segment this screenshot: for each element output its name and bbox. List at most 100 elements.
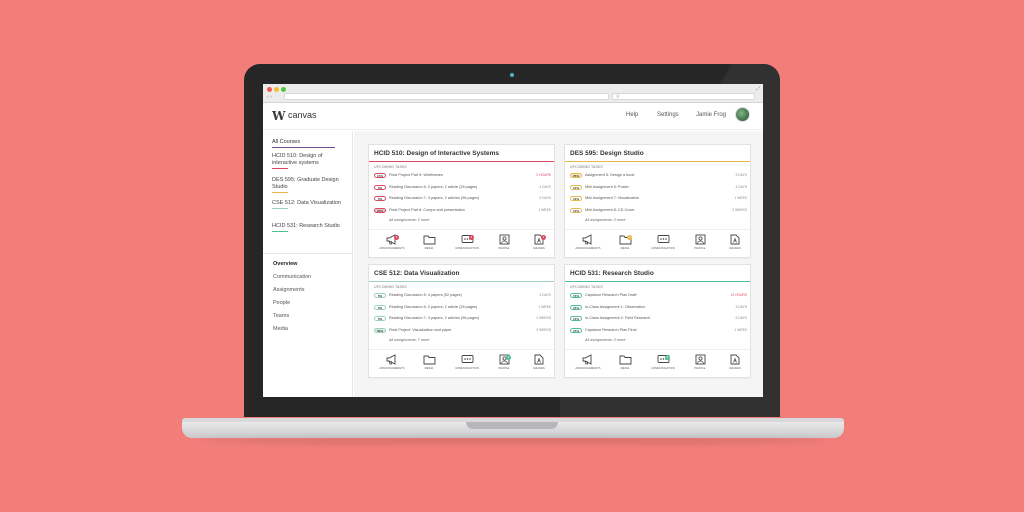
sidebar-course-cse512[interactable]: CSE 512: Data Visualization: [272, 200, 342, 209]
sidebar-nav-teams[interactable]: Teams: [273, 313, 289, 319]
tool-label: GRADES: [533, 247, 545, 250]
card-title[interactable]: CSE 512: Data Visualization: [374, 270, 460, 277]
task-row[interactable]: 5% Reading Discussion 6: 2 papers, 1 art…: [374, 184, 551, 191]
task-row[interactable]: 25% Assignment 5: Design a book 3 DAYS: [570, 172, 747, 179]
sidebar-nav-overview[interactable]: Overview: [273, 261, 297, 267]
task-row[interactable]: 25% Final Project Part 6: Comps and pres…: [374, 207, 551, 214]
announcements-button[interactable]: ANNOUNCEMENTS: [573, 234, 603, 250]
sidebar-course-label: DES 595: Graduate Design Studio: [272, 177, 339, 190]
task-name: Reading Discussion 6: 2 papers, 1 articl…: [389, 304, 478, 309]
all-assignments-link[interactable]: All assignments: 2 more: [585, 218, 626, 222]
media-button[interactable]: MEDIA: [414, 354, 444, 370]
sidebar-nav-assignments[interactable]: Assignments: [273, 287, 305, 293]
sidebar-course-des595[interactable]: DES 595: Graduate Design Studio: [272, 177, 342, 193]
card-hcid510[interactable]: HCID 510: Design of Interactive Systems U…: [368, 144, 555, 258]
all-assignments-link[interactable]: All assignments: 2 more: [389, 218, 430, 222]
settings-link[interactable]: Settings: [657, 112, 679, 118]
communication-button[interactable]: COMMUNICATION 2: [648, 354, 678, 370]
fullscreen-icon[interactable]: ⤢: [756, 86, 760, 92]
sidebar-divider: [263, 253, 352, 254]
task-row[interactable]: 15% In-Class Assignment 1: Observation 3…: [570, 304, 747, 311]
grades-icon: [524, 234, 554, 245]
notification-badge: 1: [541, 235, 546, 240]
dashboard-main: HCID 510: Design of Interactive Systems U…: [354, 131, 763, 397]
minimize-window-button[interactable]: [274, 87, 279, 92]
task-row[interactable]: 10% Mini Assignment 6: Poster 4 DAYS: [570, 184, 747, 191]
help-link[interactable]: Help: [626, 112, 638, 118]
all-assignments-link[interactable]: All assignments: 2 more: [585, 338, 626, 342]
communication-button[interactable]: COMMUNICATION: [452, 354, 482, 370]
app-title[interactable]: canvas: [288, 110, 317, 120]
search-icon: ⚲: [616, 94, 620, 100]
task-row[interactable]: 15% Capstone Research Plan Final 1 WEEK: [570, 327, 747, 334]
people-button[interactable]: PEOPLE: [685, 354, 715, 370]
announcements-button[interactable]: ANNOUNCEMENTS: [573, 354, 603, 370]
task-weight-badge: 5%: [374, 184, 386, 190]
media-icon: [610, 354, 640, 365]
card-tool-row: ANNOUNCEMENTS MEDIA COMMUNICATION PEOPLE…: [369, 349, 554, 379]
task-row[interactable]: 5% Reading Discussion 7: 3 papers, 2 art…: [374, 315, 551, 322]
sidebar-course-hcid510[interactable]: HCID 510: Design of interactive systems: [272, 153, 342, 169]
task-weight-badge: 25%: [374, 207, 386, 213]
tool-label: COMMUNICATION: [651, 247, 675, 250]
task-weight-badge: 15%: [374, 173, 386, 178]
browser-nav-arrows[interactable]: ‹ ›: [267, 94, 272, 100]
media-button[interactable]: MEDIA: [610, 354, 640, 370]
media-button[interactable]: MEDIA 1: [610, 234, 640, 250]
card-hcid531[interactable]: HCID 531: Research Studio UPCOMING TASKS …: [564, 264, 751, 378]
maximize-window-button[interactable]: [281, 87, 286, 92]
media-icon: [414, 354, 444, 365]
sidebar-nav-communication[interactable]: Communication: [273, 274, 311, 280]
announcements-button[interactable]: ANNOUNCEMENTS 2: [377, 234, 407, 250]
all-assignments-link[interactable]: All assignments: 7 more: [389, 338, 430, 342]
card-title[interactable]: HCID 531: Research Studio: [570, 270, 654, 277]
card-accent-line: [369, 281, 554, 282]
card-title[interactable]: HCID 510: Design of Interactive Systems: [374, 150, 499, 157]
avatar[interactable]: [735, 107, 750, 122]
task-row[interactable]: 10% Mini Assignment 7: Visualization 1 W…: [570, 195, 747, 202]
announcements-icon: [377, 234, 407, 245]
course-color-bar: [272, 231, 288, 232]
sidebar-course-hcid531[interactable]: HCID 531: Research Studio: [272, 223, 342, 232]
task-row[interactable]: 5% Reading Discussion 5: 4 papers (52 pa…: [374, 292, 551, 299]
card-cse512[interactable]: CSE 512: Data Visualization UPCOMING TASK…: [368, 264, 555, 378]
sidebar-nav-people[interactable]: People: [273, 300, 290, 306]
task-name: Reading Discussion 5: 4 papers (52 pages…: [389, 293, 462, 297]
card-tool-row: ANNOUNCEMENTS MEDIA 1 COMMUNICATION PEOPL…: [565, 229, 750, 259]
grades-button[interactable]: GRADES: [524, 354, 554, 370]
browser-search-bar[interactable]: ⚲: [612, 93, 755, 100]
user-name[interactable]: Jamie Frog: [696, 112, 726, 118]
people-button[interactable]: PEOPLE: [685, 234, 715, 250]
uw-logo[interactable]: W: [272, 109, 285, 123]
tool-label: MEDIA: [620, 367, 630, 370]
communication-button[interactable]: COMMUNICATION 4: [452, 234, 482, 250]
grades-button[interactable]: GRADES: [720, 354, 750, 370]
people-button[interactable]: PEOPLE 1: [489, 354, 519, 370]
task-row[interactable]: 50% Final Project: Visualization and pap…: [374, 327, 551, 334]
communication-button[interactable]: COMMUNICATION: [648, 234, 678, 250]
grades-button[interactable]: GRADES 1: [524, 234, 554, 250]
task-weight-badge: 10%: [570, 184, 582, 190]
announcements-button[interactable]: ANNOUNCEMENTS: [377, 354, 407, 370]
people-button[interactable]: PEOPLE: [489, 234, 519, 250]
task-row[interactable]: 15% In-Class Assignment 2: Field Researc…: [570, 315, 747, 322]
close-window-button[interactable]: [267, 87, 272, 92]
media-button[interactable]: MEDIA: [414, 234, 444, 250]
tool-label: GRADES: [729, 247, 741, 250]
task-row[interactable]: 5% Reading Discussion 6: 2 papers, 1 art…: [374, 304, 551, 311]
media-icon: [414, 234, 444, 245]
sidebar-course-label: HCID 510: Design of interactive systems: [272, 153, 323, 166]
card-des595[interactable]: DES 595: Design Studio UPCOMING TASKS 25%…: [564, 144, 751, 258]
sidebar-nav-media[interactable]: Media: [273, 326, 288, 332]
card-title[interactable]: DES 595: Design Studio: [570, 150, 644, 157]
grades-button[interactable]: GRADES: [720, 234, 750, 250]
sidebar-all-courses[interactable]: All Courses: [272, 139, 300, 145]
notification-badge: 1: [506, 355, 511, 360]
task-row[interactable]: 15% Capstone Research Plan Draft 12 HOUR…: [570, 292, 747, 299]
task-weight-badge: 15%: [570, 327, 582, 333]
url-bar[interactable]: [284, 93, 609, 100]
task-row[interactable]: 15% Final Project Part 5: Wireframes 2 H…: [374, 172, 551, 179]
task-row[interactable]: 10% Mini Assignment 8: CD Cover 2 WEEKS: [570, 207, 747, 214]
tool-label: COMMUNICATION: [455, 367, 479, 370]
task-row[interactable]: 5% Reading Discussion 7: 3 papers, 2 art…: [374, 195, 551, 202]
